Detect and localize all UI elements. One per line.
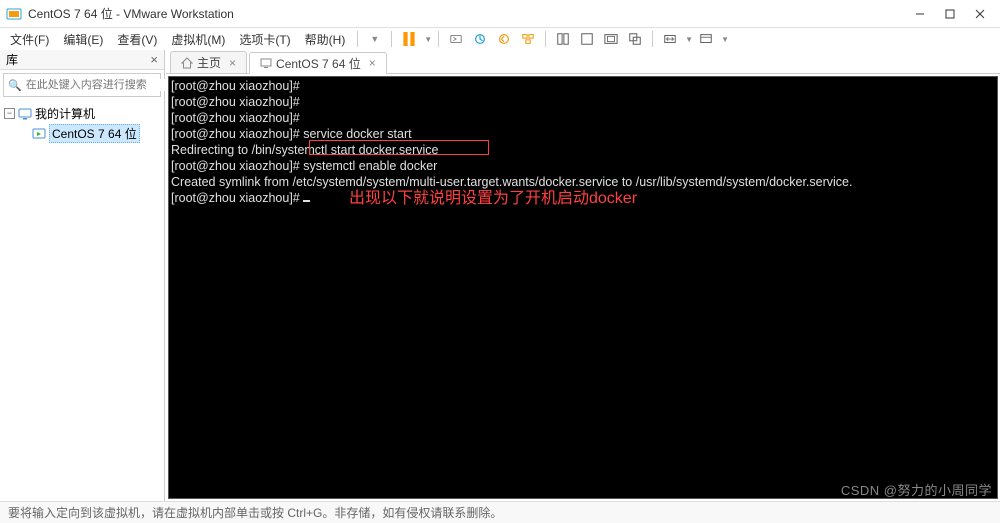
watermark: CSDN @努力的小周同学 [841,480,992,499]
main-pane: 主页 × CentOS 7 64 位 × [root@zhou xiaozhou… [165,50,1000,501]
cursor [303,200,310,202]
vmware-icon [6,6,22,22]
unity-icon[interactable] [625,29,645,49]
close-icon[interactable]: × [229,56,236,70]
maximize-button[interactable] [936,4,964,24]
tree-item-label: CentOS 7 64 位 [49,124,140,143]
collapse-icon[interactable]: − [4,108,15,119]
tab-home[interactable]: 主页 × [170,51,247,73]
revert-icon[interactable] [494,29,514,49]
home-icon [181,57,193,69]
separator [652,31,653,47]
window-title: CentOS 7 64 位 - VMware Workstation [28,5,906,22]
chevron-down-icon[interactable]: ▼ [685,35,693,44]
annotation-text: 出现以下就说明设置为了开机启动docker [349,184,637,208]
minimize-button[interactable] [906,4,934,24]
thumbnail-view-icon[interactable] [553,29,573,49]
library-tree: − 我的计算机 CentOS 7 64 位 [0,100,164,501]
separator [357,31,358,47]
fullscreen-icon[interactable] [601,29,621,49]
chevron-down-icon[interactable]: ▼ [721,35,729,44]
status-text: 要将输入定向到该虚拟机，请在虚拟机内部单击或按 Ctrl+G。非存储，如有侵权请… [8,504,502,521]
menu-file[interactable]: 文件(F) [4,29,55,50]
computer-icon [18,107,32,121]
close-icon[interactable]: × [369,56,376,70]
window-controls [906,4,994,24]
terminal-viewport[interactable]: [root@zhou xiaozhou]# [root@zhou xiaozho… [168,76,998,499]
chevron-down-icon[interactable]: ▼ [424,35,432,44]
menu-help[interactable]: 帮助(H) [299,29,352,50]
library-title: 库 [6,51,18,68]
tree-item-centos[interactable]: CentOS 7 64 位 [30,123,162,144]
library-header: 库 × [0,50,164,70]
menu-edit[interactable]: 编辑(E) [57,29,109,50]
close-icon[interactable]: × [150,52,158,67]
search-icon: 🔍 [8,79,22,92]
tab-vm[interactable]: CentOS 7 64 位 × [249,52,387,74]
tree-root-label: 我的计算机 [35,105,95,122]
highlight-box [309,140,489,155]
menu-vm[interactable]: 虚拟机(M) [165,29,231,50]
separator [545,31,546,47]
status-bar: 要将输入定向到该虚拟机，请在虚拟机内部单击或按 Ctrl+G。非存储，如有侵权请… [0,501,1000,523]
separator [391,31,392,47]
menu-tabs[interactable]: 选项卡(T) [233,29,296,50]
send-input-icon[interactable] [446,29,466,49]
title-bar: CentOS 7 64 位 - VMware Workstation [0,0,1000,28]
tree-root[interactable]: − 我的计算机 [2,104,162,123]
menu-view[interactable]: 查看(V) [111,29,163,50]
tab-home-label: 主页 [197,54,221,71]
library-pane: 库 × 🔍 ▼ − 我的计算机 CentOS 7 64 位 [0,50,165,501]
manage-snapshot-icon[interactable] [518,29,538,49]
vm-icon [260,57,272,69]
console-view-icon[interactable] [696,29,716,49]
search-input[interactable] [26,79,168,91]
menu-bar: 文件(F) 编辑(E) 查看(V) 虚拟机(M) 选项卡(T) 帮助(H) ▼ … [0,28,1000,50]
single-view-icon[interactable] [577,29,597,49]
pause-icon[interactable] [399,29,419,49]
stretch-icon[interactable] [660,29,680,49]
vm-icon [32,127,46,141]
snapshot-icon[interactable] [470,29,490,49]
tab-vm-label: CentOS 7 64 位 [276,55,361,72]
dropdown-arrow[interactable]: ▼ [364,32,385,46]
library-search[interactable]: 🔍 ▼ [3,73,161,97]
tab-strip: 主页 × CentOS 7 64 位 × [166,50,1000,74]
close-button[interactable] [966,4,994,24]
separator [438,31,439,47]
